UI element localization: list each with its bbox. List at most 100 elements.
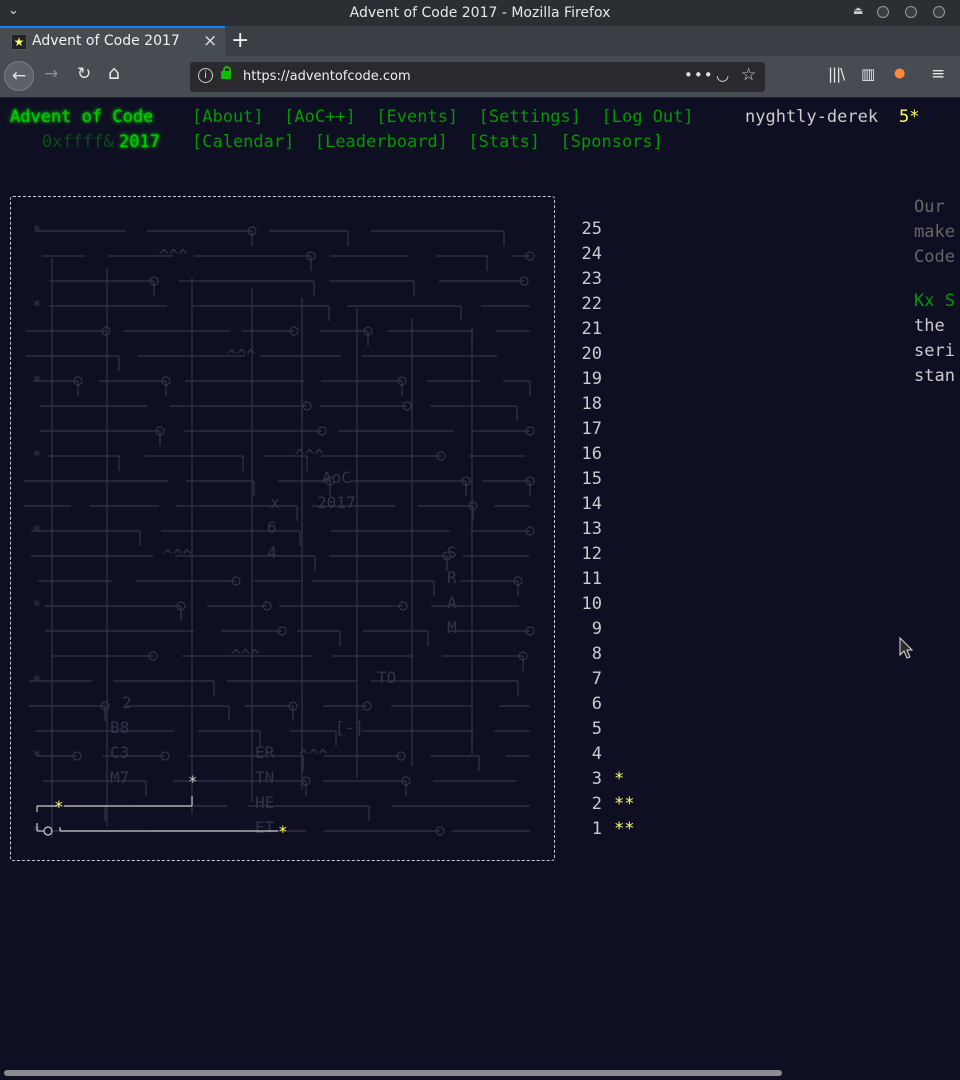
day-11-link[interactable]: 11 xyxy=(580,569,602,589)
circuit-glyph: * xyxy=(32,596,42,615)
bookmark-star-icon[interactable]: ☆ xyxy=(741,65,756,85)
navigation-toolbar: ← → ↻ ⌂ i https://adventofcode.com ••• ◡… xyxy=(0,56,960,98)
nav-logout[interactable]: [Log Out] xyxy=(602,107,694,127)
circuit-label: 4 xyxy=(267,543,277,562)
day-19-link[interactable]: 19 xyxy=(580,369,602,389)
page-actions-icon[interactable]: ••• xyxy=(684,66,714,84)
forward-button[interactable]: → xyxy=(44,64,58,84)
circuit-glyph: * xyxy=(32,746,42,765)
hamburger-menu-icon[interactable]: ≡ xyxy=(931,64,945,84)
site-title-link[interactable]: Advent of Code xyxy=(10,107,153,127)
day-12-link[interactable]: 12 xyxy=(580,544,602,564)
day-23-link[interactable]: 23 xyxy=(580,269,602,289)
day-21-link[interactable]: 21 xyxy=(580,319,602,339)
circuit-label: x xyxy=(270,493,280,512)
day-16-link[interactable]: 16 xyxy=(580,444,602,464)
url-bar[interactable]: i https://adventofcode.com ••• ◡ ☆ xyxy=(190,62,765,92)
reader-sidebar-icon[interactable]: ▥ xyxy=(861,65,875,83)
day-22-link[interactable]: 22 xyxy=(580,294,602,314)
nav-calendar[interactable]: [Calendar] xyxy=(192,132,294,152)
day-8-link[interactable]: 8 xyxy=(580,644,602,664)
circuit-label: HE xyxy=(255,793,274,812)
day-24-link[interactable]: 24 xyxy=(580,244,602,264)
sidebar-sponsor-line: the xyxy=(914,316,945,336)
day-15-link[interactable]: 15 xyxy=(580,469,602,489)
nav-stats[interactable]: [Stats] xyxy=(468,132,540,152)
circuit-glyph: * xyxy=(32,221,42,240)
home-button[interactable]: ⌂ xyxy=(108,62,120,84)
sponsor-sidebar: Our make Code Kx Sthe seri stan xyxy=(914,195,960,395)
circuit-glyph: * xyxy=(32,371,42,390)
day-14-link[interactable]: 14 xyxy=(580,494,602,514)
day-2-stars: ** xyxy=(614,794,635,814)
lit-star: * xyxy=(54,797,64,816)
close-window-button[interactable] xyxy=(933,6,945,18)
tab-label: Advent of Code 2017 xyxy=(32,33,180,49)
scrollbar-thumb[interactable] xyxy=(4,1070,782,1076)
nav-sponsors[interactable]: [Sponsors] xyxy=(561,132,663,152)
window-titlebar: ⌄ Advent of Code 2017 - Mozilla Firefox … xyxy=(0,0,960,26)
year-link[interactable]: 2017 xyxy=(119,132,160,152)
nav-events[interactable]: [Events] xyxy=(376,107,458,127)
site-info-icon[interactable]: i xyxy=(198,68,213,83)
nav-aocpp[interactable]: [AoC++] xyxy=(284,107,356,127)
day-6-link[interactable]: 6 xyxy=(580,694,602,714)
day-17-link[interactable]: 17 xyxy=(580,419,602,439)
sidebar-line: Code xyxy=(914,247,955,267)
mouse-cursor-icon xyxy=(899,637,914,659)
library-icon[interactable]: |||\ xyxy=(828,65,845,83)
day-9-link[interactable]: 9 xyxy=(580,619,602,639)
day-5-link[interactable]: 5 xyxy=(580,719,602,739)
circuit-label: TO xyxy=(377,668,396,687)
reload-button[interactable]: ↻ xyxy=(77,64,91,84)
year-subtitle-prefix: 0xffff& xyxy=(42,132,114,152)
new-tab-button[interactable]: + xyxy=(231,28,249,53)
circuit-label: R xyxy=(447,568,457,587)
day-4-link[interactable]: 4 xyxy=(580,744,602,764)
nav-about[interactable]: [About] xyxy=(192,107,264,127)
day-13-link[interactable]: 13 xyxy=(580,519,602,539)
circuit-glyph: * xyxy=(32,521,42,540)
day-3-link[interactable]: 3 xyxy=(580,769,602,789)
circuit-label: C3 xyxy=(110,743,129,762)
back-button[interactable]: ← xyxy=(4,61,34,91)
lit-star: * xyxy=(188,772,198,791)
day-2-link[interactable]: 2 xyxy=(580,794,602,814)
day-1-link[interactable]: 1 xyxy=(580,819,602,839)
circuit-label: B8 xyxy=(110,718,129,737)
day-7-link[interactable]: 7 xyxy=(580,669,602,689)
circuit-label: 2 xyxy=(122,693,132,712)
circuit-glyph: ^^^ xyxy=(299,746,328,765)
day-18-link[interactable]: 18 xyxy=(580,394,602,414)
window-title: Advent of Code 2017 - Mozilla Firefox xyxy=(349,5,611,21)
horizontal-scrollbar[interactable] xyxy=(0,1066,960,1080)
circuit-glyph: ^^^ xyxy=(295,446,324,465)
sidebar-line: Our xyxy=(914,197,945,217)
url-text[interactable]: https://adventofcode.com xyxy=(243,69,411,84)
pocket-icon[interactable]: ◡ xyxy=(716,66,729,84)
sidebar-line: make xyxy=(914,222,955,242)
nav-settings[interactable]: [Settings] xyxy=(479,107,581,127)
eject-icon[interactable]: ⏏ xyxy=(853,4,863,17)
sidebar-sponsor-line: seri xyxy=(914,341,955,361)
minimize-button[interactable] xyxy=(877,6,889,18)
circuit-glyph: ^^^ xyxy=(159,246,188,265)
day-25-link[interactable]: 25 xyxy=(580,219,602,239)
sponsor-link[interactable]: Kx S xyxy=(914,289,960,314)
day-3-stars: * xyxy=(614,769,625,789)
top-nav: [About] [AoC++] [Events] [Settings] [Log… xyxy=(192,107,694,127)
close-tab-icon[interactable]: × xyxy=(203,31,217,51)
circuit-label: 2017 xyxy=(317,493,356,512)
day-20-link[interactable]: 20 xyxy=(580,344,602,364)
lit-star: * xyxy=(278,822,288,841)
circuit-label: M xyxy=(447,618,457,637)
circuit-label: [-] xyxy=(335,718,364,737)
extension-icon[interactable]: ● xyxy=(894,66,905,81)
day-10-link[interactable]: 10 xyxy=(580,594,602,614)
circuit-glyph: ^^^ xyxy=(163,546,192,565)
nav-leaderboard[interactable]: [Leaderboard] xyxy=(315,132,448,152)
circuit-label: M7 xyxy=(110,768,129,787)
tab-advent-of-code[interactable]: ★ Advent of Code 2017 × xyxy=(0,26,225,56)
tab-bar: ★ Advent of Code 2017 × xyxy=(0,26,960,56)
maximize-button[interactable] xyxy=(905,6,917,18)
